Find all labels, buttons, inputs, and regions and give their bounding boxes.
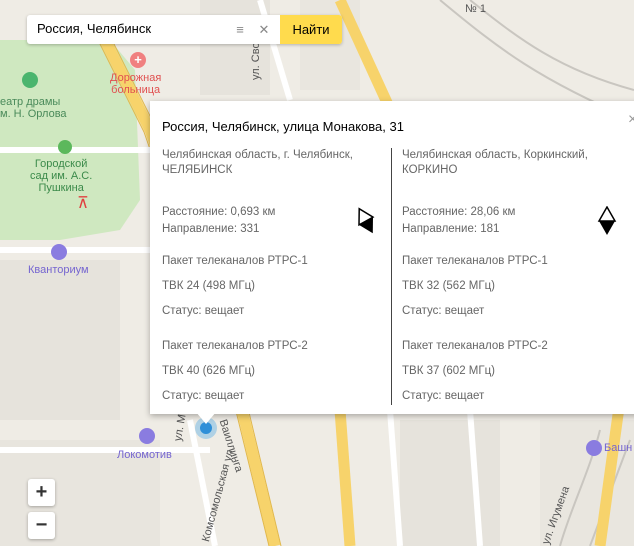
find-button[interactable]: Найти xyxy=(280,15,342,44)
column-divider xyxy=(391,148,392,405)
theatre-icon[interactable] xyxy=(22,72,38,88)
garden-label-line1: Городской xyxy=(34,158,88,170)
theatre-label: еатр драмы м. Н. Орлова xyxy=(0,96,67,120)
sport-icon[interactable] xyxy=(139,428,155,444)
direction-arrow-icon xyxy=(358,207,375,234)
lokomotiv-label: Локомотив xyxy=(117,449,172,461)
search-bar: ≡ ✕ Найти xyxy=(27,15,342,44)
kvantorium-label: Кванториум xyxy=(28,264,89,276)
close-icon[interactable]: × xyxy=(628,111,634,129)
zoom-out-button[interactable]: − xyxy=(28,512,55,539)
channel-2-label: ТВК 40 (626 МГц) xyxy=(162,365,256,377)
location-label: Челябинская область, Коркинский, КОРКИНО xyxy=(402,149,588,176)
clear-icon[interactable]: ✕ xyxy=(257,23,271,37)
list-icon[interactable]: ≡ xyxy=(233,23,247,37)
bashn-label: Башн xyxy=(604,442,633,454)
package-1-label: Пакет телеканалов РТРС-1 xyxy=(402,255,548,267)
direction-label: Направление: 181 xyxy=(402,223,500,235)
distance-label: Расстояние: 28,06 км xyxy=(402,206,516,218)
hospital-label: Дорожная больница xyxy=(110,72,161,96)
garden-label: Городской сад им. А.С. Пушкина xyxy=(30,158,92,194)
zoom-in-button[interactable]: + xyxy=(28,479,55,506)
status-2-label: Статус: вещает xyxy=(402,390,485,402)
theatre-label-line2: м. Н. Орлова xyxy=(0,108,67,120)
garden-label-line2: сад им. А.С. xyxy=(30,170,93,182)
package-2-label: Пакет телеканалов РТРС-2 xyxy=(162,340,308,352)
theatre-label-line1: еатр драмы xyxy=(0,96,61,108)
package-1-label: Пакет телеканалов РТРС-1 xyxy=(162,255,308,267)
channel-1-label: ТВК 24 (498 МГц) xyxy=(162,280,256,292)
status-1-label: Статус: вещает xyxy=(162,305,245,317)
tree-icon[interactable] xyxy=(58,140,72,154)
channel-1-label: ТВК 32 (562 МГц) xyxy=(402,280,496,292)
distance-label: Расстояние: 0,693 км xyxy=(162,206,276,218)
house-number-label: № 1 xyxy=(465,3,486,15)
hospital-icon[interactable]: + xyxy=(130,52,146,68)
popup-pointer xyxy=(196,412,216,424)
status-1-label: Статус: вещает xyxy=(402,305,485,317)
radio-tower-icon[interactable]: ⊼ xyxy=(75,193,91,215)
popup-title: Россия, Челябинск, улица Монакова, 31 xyxy=(162,119,404,134)
hospital-label-line2: больница xyxy=(111,84,161,96)
building-icon[interactable] xyxy=(586,440,602,456)
transmitter-info-popup: Россия, Челябинск, улица Монакова, 31 × … xyxy=(150,101,634,414)
package-2-label: Пакет телеканалов РТРС-2 xyxy=(402,340,548,352)
garden-label-line3: Пушкина xyxy=(38,182,84,194)
channel-2-label: ТВК 37 (602 МГц) xyxy=(402,365,496,377)
direction-label: Направление: 331 xyxy=(162,223,260,235)
search-field-wrap: ≡ ✕ xyxy=(27,15,280,44)
direction-arrow-icon xyxy=(597,206,617,235)
hospital-label-line1: Дорожная xyxy=(110,72,162,84)
status-2-label: Статус: вещает xyxy=(162,390,245,402)
location-label: Челябинская область, г. Челябинск, ЧЕЛЯБ… xyxy=(162,149,353,176)
search-input[interactable] xyxy=(27,15,237,42)
kvantorium-icon[interactable] xyxy=(51,244,67,260)
